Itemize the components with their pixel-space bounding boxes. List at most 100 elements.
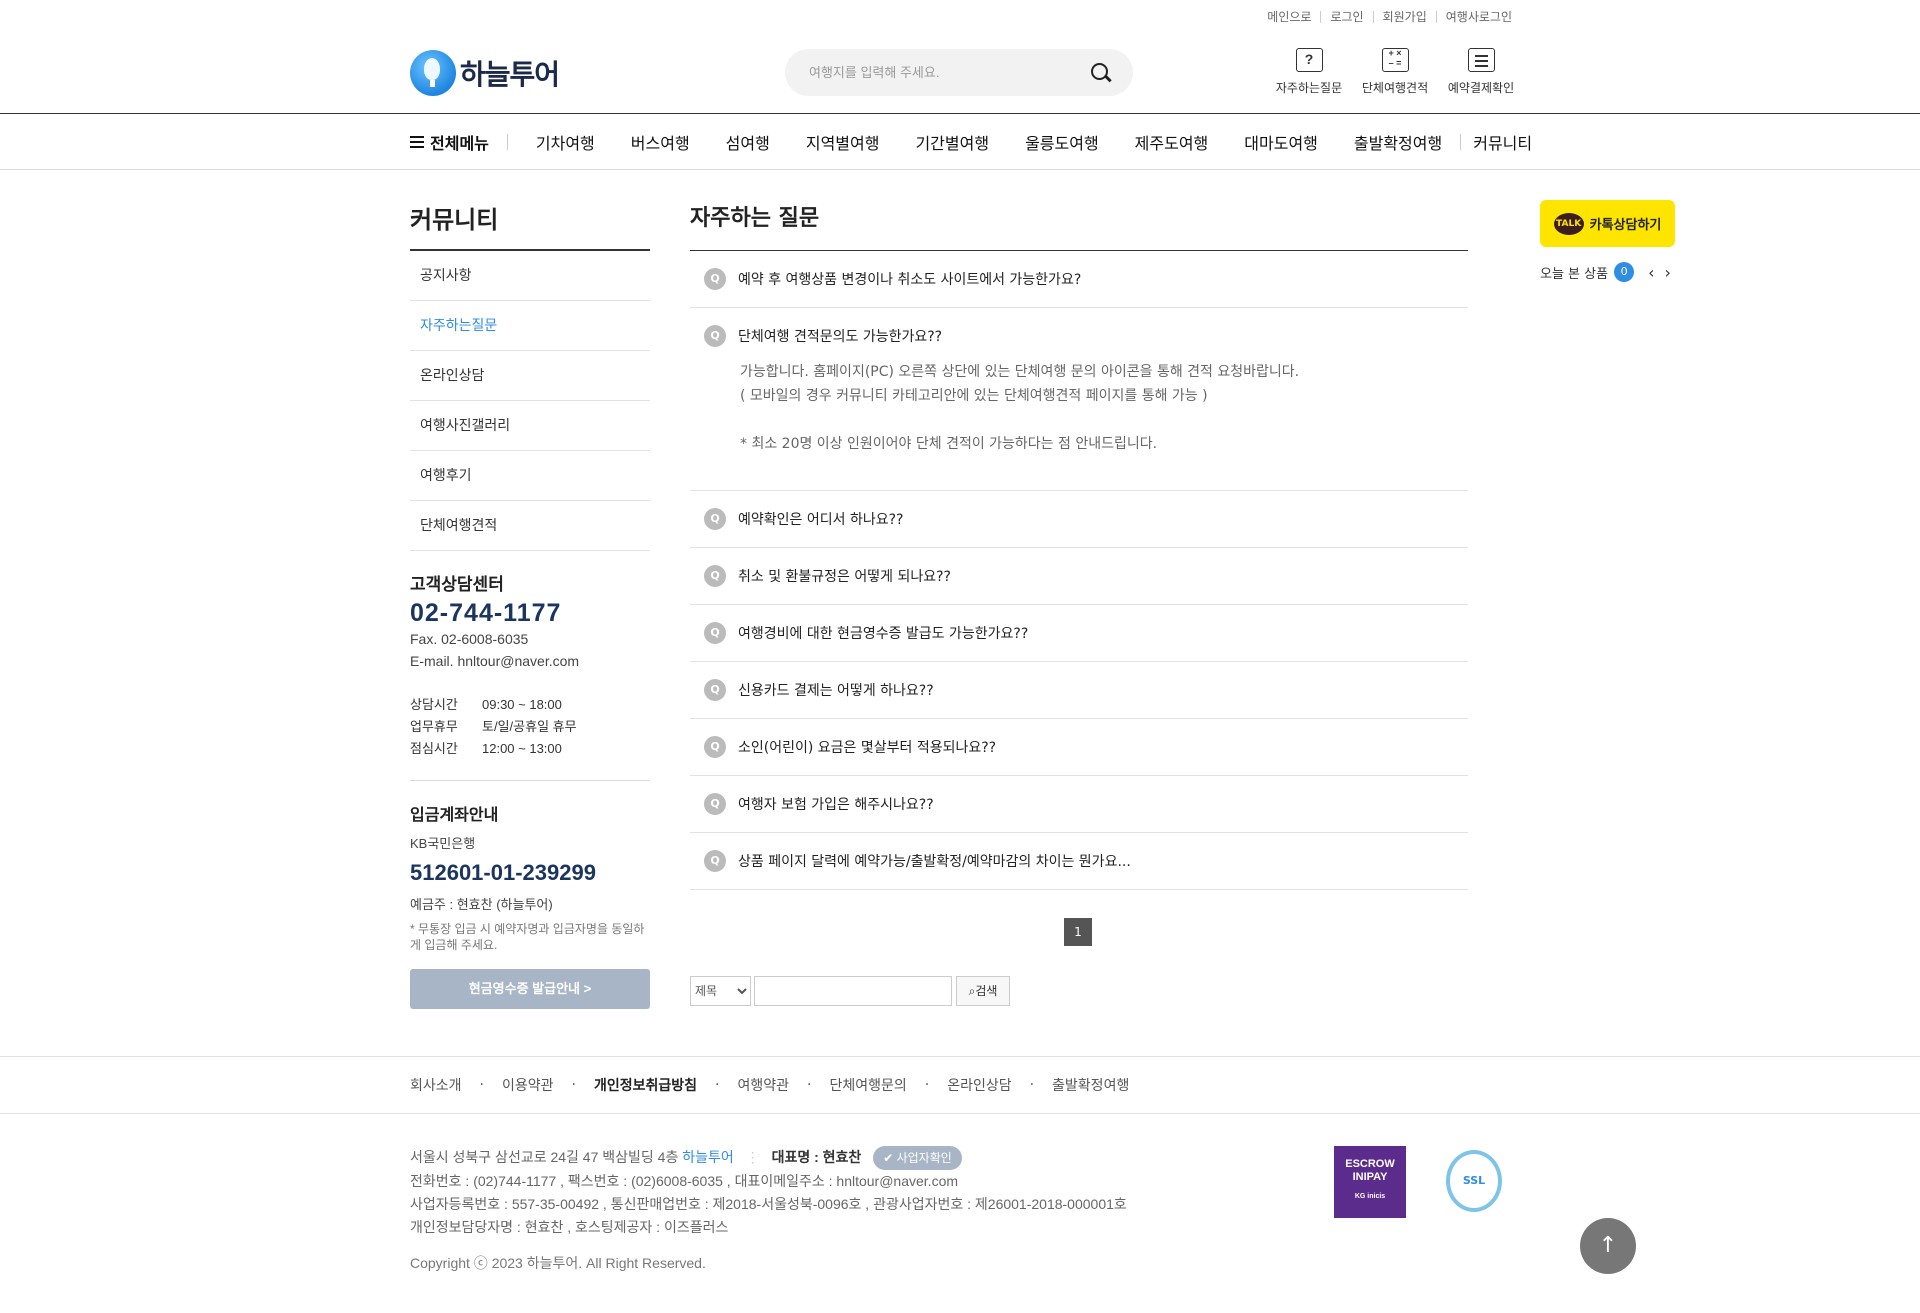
footer-link-confirmed-tour[interactable]: 출발확정여행 — [1052, 1075, 1129, 1095]
q-badge-icon: Q — [704, 565, 726, 587]
footer-ceo: 대표명 : 현효찬 — [771, 1149, 862, 1165]
recently-viewed-label: 오늘 본 상품 — [1540, 266, 1609, 282]
page-title: 자주하는 질문 — [690, 200, 1468, 251]
faq-answer-line — [740, 408, 1468, 432]
search-input[interactable] — [809, 61, 1069, 83]
q-badge-icon: Q — [704, 325, 726, 347]
faq-question[interactable]: 신용카드 결제는 어떻게 하나요?? — [738, 680, 934, 700]
faq-question[interactable]: 소인(어린이) 요금은 몇살부터 적용되나요?? — [738, 737, 996, 757]
arrow-up-icon: ↑ — [1598, 1233, 1618, 1258]
faq-item[interactable]: Q 예약 후 여행상품 변경이나 취소도 사이트에서 가능한가요? — [690, 251, 1468, 308]
hamburger-icon — [410, 136, 424, 148]
footer-link-group-inquiry[interactable]: 단체여행문의 — [829, 1075, 906, 1095]
customer-center-fax: Fax. 02-6008-6035 — [410, 631, 529, 647]
nav-tsushima-tour[interactable]: 대마도여행 — [1244, 130, 1318, 154]
utility-links: 메인으로 로그인 회원가입 여행사로그인 — [1258, 11, 1512, 23]
sidebar-item-notice[interactable]: 공지사항 — [410, 251, 650, 301]
quick-reservation-check[interactable]: 예약결제확인 — [1438, 48, 1524, 96]
nav-divider — [1460, 134, 1462, 150]
nav-confirmed-tour[interactable]: 출발확정여행 — [1354, 130, 1442, 154]
chevron-right-icon[interactable]: › — [1664, 263, 1670, 282]
footer-link-travel-terms[interactable]: 여행약관 — [737, 1075, 789, 1095]
chevron-left-icon[interactable]: ‹ — [1648, 263, 1654, 282]
faq-item[interactable]: Q 예약확인은 어디서 하나요?? — [690, 491, 1468, 548]
quick-faq[interactable]: ? 자주하는질문 — [1266, 48, 1352, 96]
customer-center-email: E-mail. hnltour@naver.com — [410, 653, 580, 669]
faq-question[interactable]: 여행경비에 대한 현금영수증 발급도 가능한가요?? — [738, 623, 1028, 643]
util-link-signup[interactable]: 회원가입 — [1372, 11, 1436, 23]
board-search-label: 검색 — [975, 984, 998, 998]
sidebar-item-photo-gallery[interactable]: 여행사진갤러리 — [410, 401, 650, 451]
faq-item[interactable]: Q 신용카드 결제는 어떻게 하나요?? — [690, 662, 1468, 719]
search-icon[interactable] — [1089, 61, 1113, 85]
kakao-consult-button[interactable]: TALK 카톡상담하기 — [1540, 200, 1675, 247]
faq-item[interactable]: Q 단체여행 견적문의도 가능한가요?? 가능합니다. 홈페이지(PC) 오른쪽 … — [690, 308, 1468, 491]
util-link-login[interactable]: 로그인 — [1320, 11, 1372, 23]
site-logo[interactable]: 하늘투어 — [410, 50, 560, 96]
faq-question[interactable]: 취소 및 환불규정은 어떻게 되나요?? — [738, 566, 951, 586]
footer-link-online-consult[interactable]: 온라인상담 — [947, 1075, 1011, 1095]
nav-community[interactable]: 커뮤니티 — [1473, 130, 1532, 154]
customer-center-hours: 상담시간 09:30 ~ 18:00 업무휴무 토/일/공휴일 휴무 점심시간 12:… — [410, 694, 650, 760]
scroll-to-top-button[interactable]: ↑ — [1580, 1218, 1636, 1274]
bank-info: 입금계좌안내 KB국민은행 512601-01-239299 예금주 : 현효찬… — [410, 780, 650, 1009]
faq-item[interactable]: Q 상품 페이지 달력에 예약가능/출발확정/예약마감의 차이는 뭔가요... — [690, 833, 1468, 890]
faq-answer-line: 가능합니다. 홈페이지(PC) 오른쪽 상단에 있는 단체여행 문의 아이콘을 … — [740, 364, 1300, 380]
faq-question[interactable]: 상품 페이지 달력에 예약가능/출발확정/예약마감의 차이는 뭔가요... — [738, 851, 1131, 871]
nav-train-tour[interactable]: 기차여행 — [536, 130, 595, 154]
faq-item[interactable]: Q 여행자 보험 가입은 해주시나요?? — [690, 776, 1468, 833]
hours-row: 상담시간 09:30 ~ 18:00 — [410, 697, 562, 712]
nav-divider — [506, 134, 508, 150]
nav-region-tour[interactable]: 지역별여행 — [806, 130, 880, 154]
footer-link-company[interactable]: 회사소개 — [410, 1075, 462, 1095]
document-icon — [1467, 48, 1495, 72]
nav-ulleungdo-tour[interactable]: 울릉도여행 — [1025, 130, 1099, 154]
faq-item[interactable]: Q 소인(어린이) 요금은 몇살부터 적용되나요?? — [690, 719, 1468, 776]
all-menu-label: 전체메뉴 — [430, 134, 489, 153]
footer-registration: 사업자등록번호 : 557-35-00492 , 통신판매업번호 : 제2018… — [410, 1196, 1127, 1212]
faq-item[interactable]: Q 취소 및 환불규정은 어떻게 되나요?? — [690, 548, 1468, 605]
faq-question[interactable]: 여행자 보험 가입은 해주시나요?? — [738, 794, 934, 814]
sidebar-item-reviews[interactable]: 여행후기 — [410, 451, 650, 501]
footer-privacy-officer: 개인정보담당자명 : 현효찬 , 호스팅제공자 : 이즈플러스 — [410, 1219, 729, 1235]
footer-link-terms[interactable]: 이용약관 — [502, 1075, 554, 1095]
all-menu-button[interactable]: 전체메뉴 — [410, 130, 489, 154]
faq-question[interactable]: 단체여행 견적문의도 가능한가요?? — [738, 326, 942, 346]
cash-receipt-button[interactable]: 현금영수증 발급안내 > — [410, 969, 650, 1009]
footer-brand: 하늘투어 — [682, 1149, 734, 1165]
board-search-button[interactable]: ⌕검색 — [956, 976, 1010, 1006]
bank-note: * 무통장 입금 시 예약자명과 입금자명을 동일하게 입금해 주세요. — [410, 922, 645, 952]
quick-group-estimate-label: 단체여행견적 — [1361, 81, 1429, 95]
sidebar-item-faq[interactable]: 자주하는질문 — [410, 301, 650, 351]
search-field-select[interactable]: 제목 — [690, 976, 751, 1006]
ssl-badge-icon: SSL — [1446, 1150, 1502, 1212]
board-search-input[interactable] — [754, 976, 952, 1006]
bank-holder: 예금주 : 현효찬 (하늘투어) — [410, 897, 553, 912]
footer-link-privacy[interactable]: 개인정보취급방침 — [594, 1075, 697, 1095]
sidebar: 커뮤니티 공지사항 자주하는질문 온라인상담 여행사진갤러리 여행후기 단체여행… — [410, 200, 650, 551]
faq-item[interactable]: Q 여행경비에 대한 현금영수증 발급도 가능한가요?? — [690, 605, 1468, 662]
biz-check-button[interactable]: ✔ 사업자확인 — [873, 1146, 962, 1170]
nav-jeju-tour[interactable]: 제주도여행 — [1135, 130, 1209, 154]
search-box — [785, 49, 1133, 96]
sidebar-item-online-consult[interactable]: 온라인상담 — [410, 351, 650, 401]
logo-text: 하늘투어 — [460, 58, 560, 91]
nav-bus-tour[interactable]: 버스여행 — [631, 130, 690, 154]
page-number[interactable]: 1 — [1064, 918, 1092, 946]
quick-group-estimate[interactable]: 단체여행견적 — [1352, 45, 1438, 96]
footer-address: 서울시 성북구 삼선교로 24길 47 백삼빌딩 4층 — [410, 1149, 679, 1165]
escrow-inipay-badge[interactable]: ESCROW INIPAY KG inicis — [1334, 1146, 1406, 1218]
nav-period-tour[interactable]: 기간별여행 — [915, 130, 989, 154]
faq-question[interactable]: 예약 후 여행상품 변경이나 취소도 사이트에서 가능한가요? — [738, 269, 1081, 289]
nav-island-tour[interactable]: 섬여행 — [726, 130, 770, 154]
footer-contact: 전화번호 : (02)744-1177 , 팩스번호 : (02)6008-60… — [410, 1173, 959, 1189]
question-icon: ? — [1295, 48, 1323, 72]
sidebar-item-group-estimate[interactable]: 단체여행견적 — [410, 501, 650, 551]
hours-row: 업무휴무 토/일/공휴일 휴무 — [410, 719, 577, 734]
faq-question[interactable]: 예약확인은 어디서 하나요?? — [738, 509, 903, 529]
util-link-main[interactable]: 메인으로 — [1258, 11, 1320, 23]
customer-center: 고객상담센터 02-744-1177 Fax. 02-6008-6035 E-m… — [410, 570, 650, 760]
util-link-agency-login[interactable]: 여행사로그인 — [1435, 11, 1512, 23]
faq-answer-line: * 최소 20명 이상 인원이어야 단체 견적이 가능하다는 점 안내드립니다. — [740, 436, 1158, 452]
customer-center-title: 고객상담센터 — [410, 575, 504, 594]
